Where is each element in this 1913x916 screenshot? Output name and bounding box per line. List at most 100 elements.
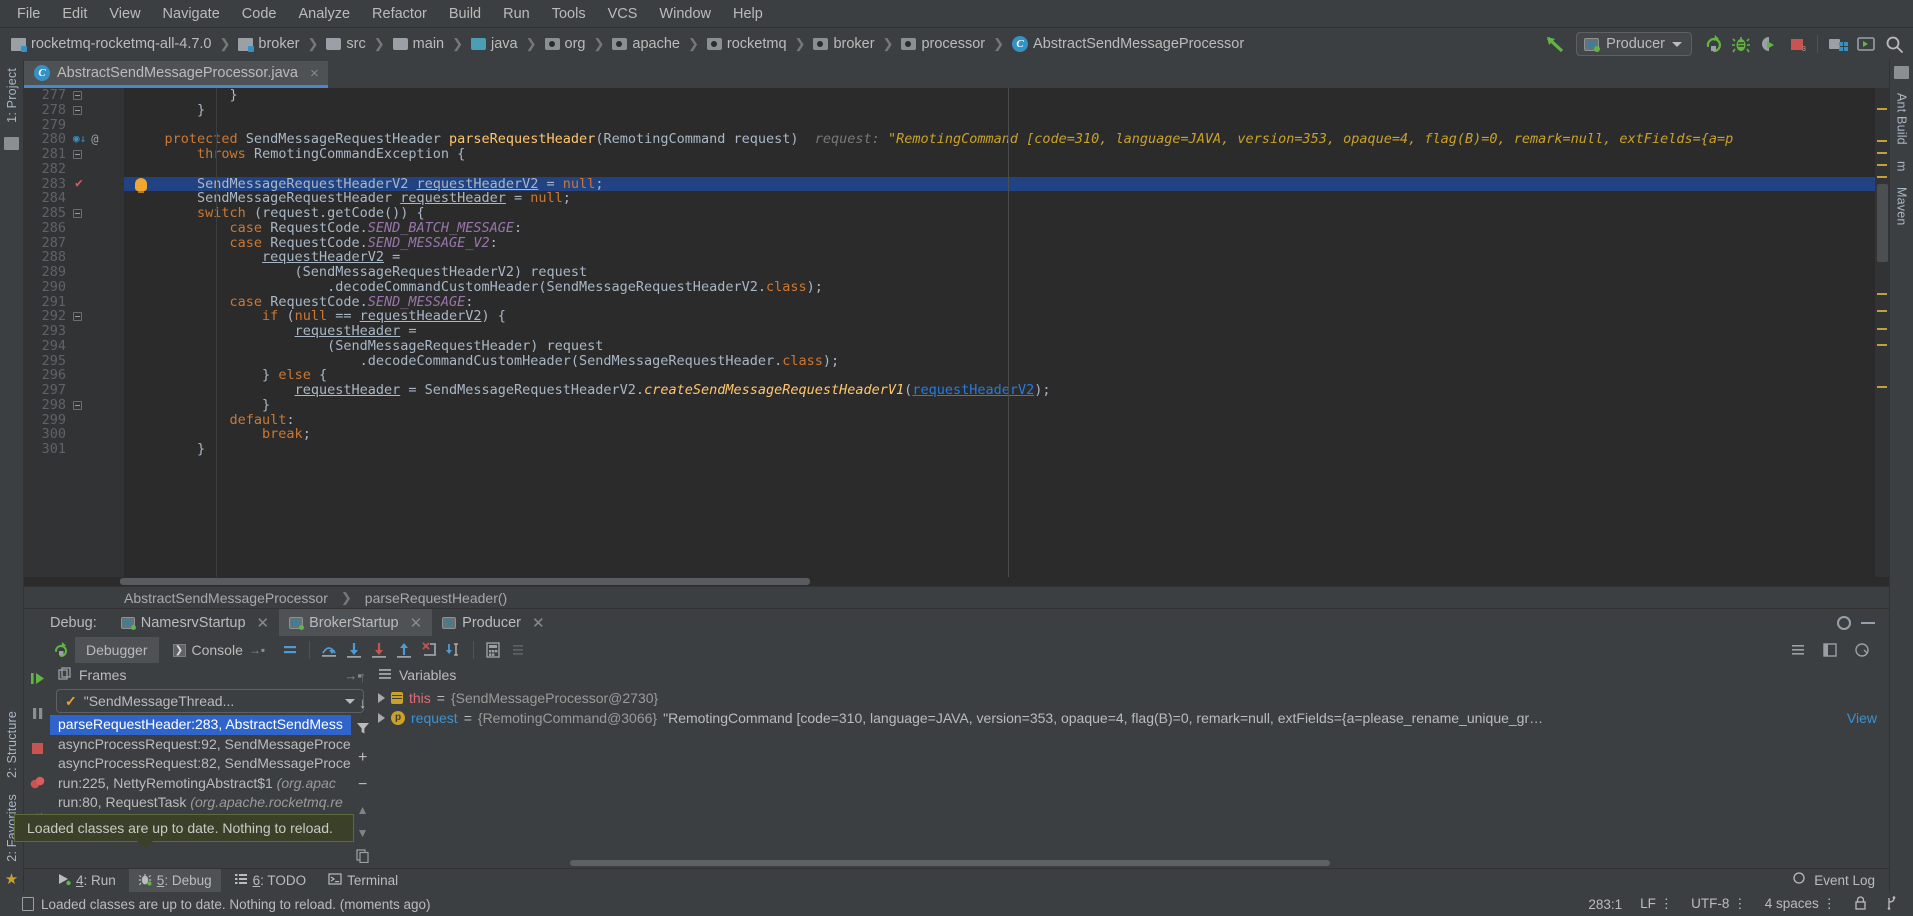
code-line[interactable]: SendMessageRequestHeader requestHeader =…: [124, 191, 1875, 206]
rerun-icon[interactable]: [50, 639, 72, 661]
gutter-marks[interactable]: [70, 401, 122, 410]
gutter-line[interactable]: 300: [24, 427, 124, 442]
rerun-icon[interactable]: [1700, 31, 1726, 57]
gutter-line[interactable]: 301: [24, 442, 124, 457]
fold-toggle-icon[interactable]: [73, 312, 82, 321]
view-breakpoints-icon[interactable]: [29, 775, 46, 797]
code-line[interactable]: requestHeader = SendMessageRequestHeader…: [124, 383, 1875, 398]
evaluate-expression-icon[interactable]: [482, 639, 504, 661]
close-icon[interactable]: ✕: [532, 614, 545, 632]
breadcrumb-java[interactable]: java: [468, 36, 521, 52]
restore-layout-icon[interactable]: [1819, 639, 1841, 661]
layout-icon[interactable]: [1787, 639, 1809, 661]
fold-toggle-icon[interactable]: [73, 150, 82, 159]
breadcrumb-project[interactable]: rocketmq-rocketmq-all-4.7.0: [8, 36, 215, 52]
fold-toggle-icon[interactable]: [73, 401, 82, 410]
marker-lane-scrollbar[interactable]: [1875, 88, 1889, 577]
breadcrumb-class[interactable]: C AbstractSendMessageProcessor: [1009, 36, 1247, 52]
editor-horizontal-scrollbar[interactable]: [24, 577, 1889, 586]
editor-gutter[interactable]: 277278279280◉↓@281282283✔284285286287288…: [24, 88, 124, 577]
gutter-line[interactable]: 292: [24, 309, 124, 324]
gutter-line[interactable]: 287: [24, 236, 124, 251]
gutter-line[interactable]: 285: [24, 206, 124, 221]
scroll-down-icon[interactable]: ▼: [357, 826, 369, 840]
menu-run[interactable]: Run: [492, 3, 541, 25]
step-out-icon[interactable]: [393, 639, 415, 661]
menu-edit[interactable]: Edit: [51, 3, 98, 25]
menu-refactor[interactable]: Refactor: [361, 3, 438, 25]
gutter-line[interactable]: 279: [24, 118, 124, 133]
fold-toggle-icon[interactable]: [73, 106, 82, 115]
settings-gear-icon[interactable]: [1837, 616, 1851, 630]
copy-icon[interactable]: [356, 849, 370, 868]
breadcrumb-rocketmq[interactable]: rocketmq: [704, 36, 790, 52]
gutter-line[interactable]: 286: [24, 221, 124, 236]
breadcrumb-module[interactable]: broker: [235, 36, 302, 52]
gutter-marks[interactable]: ✔: [70, 177, 122, 192]
scrollbar-thumb[interactable]: [570, 860, 1330, 866]
code-line[interactable]: [124, 162, 1875, 177]
frame-list-item[interactable]: run:80, RequestTask (org.apache.rocketmq…: [50, 793, 351, 813]
close-icon[interactable]: ✕: [410, 614, 423, 632]
run-to-cursor-icon[interactable]: [443, 639, 465, 661]
step-into-icon[interactable]: [343, 639, 365, 661]
event-log-label[interactable]: Event Log: [1814, 873, 1875, 888]
gutter-line[interactable]: 293: [24, 324, 124, 339]
gutter-line[interactable]: 284: [24, 191, 124, 206]
gutter-marks[interactable]: [70, 150, 122, 159]
code-line[interactable]: SendMessageRequestHeaderV2 requestHeader…: [124, 177, 1875, 192]
caret-position[interactable]: 283:1: [1588, 897, 1622, 912]
fold-toggle-icon[interactable]: [73, 91, 82, 100]
menu-view[interactable]: View: [98, 3, 151, 25]
thread-selector[interactable]: ✓ "SendMessageThread...: [56, 689, 364, 713]
code-line[interactable]: }: [124, 398, 1875, 413]
gutter-marks[interactable]: [70, 106, 122, 115]
encoding[interactable]: UTF-8 ⋮: [1691, 896, 1747, 912]
tool-window-run[interactable]: 4: Run: [48, 869, 125, 892]
breadcrumb-processor[interactable]: processor: [898, 36, 988, 52]
debug-session-tab-producer[interactable]: Producer ✕: [432, 609, 554, 636]
tool-window-todo[interactable]: 6: TODO: [225, 869, 316, 892]
gutter-marks[interactable]: ◉↓@: [70, 132, 122, 147]
breadcrumb-broker-pkg[interactable]: broker: [810, 36, 877, 52]
expand-triangle-icon[interactable]: [378, 713, 385, 723]
tab-debugger[interactable]: Debugger: [75, 637, 159, 663]
menu-navigate[interactable]: Navigate: [152, 3, 231, 25]
close-icon[interactable]: ✕: [257, 614, 270, 632]
gutter-marks[interactable]: [70, 312, 122, 321]
debug-session-tab-brokerstartup[interactable]: BrokerStartup ✕: [279, 609, 432, 636]
breadcrumb-class-name[interactable]: AbstractSendMessageProcessor: [124, 590, 328, 606]
gutter-line[interactable]: 299: [24, 413, 124, 428]
gutter-line[interactable]: 289: [24, 265, 124, 280]
search-everywhere-icon[interactable]: [1881, 31, 1907, 57]
gutter-line[interactable]: 282: [24, 162, 124, 177]
menu-vcs[interactable]: VCS: [597, 3, 649, 25]
menu-file[interactable]: File: [6, 3, 51, 25]
terminal-icon[interactable]: [1853, 31, 1879, 57]
breadcrumb-org[interactable]: org: [542, 36, 589, 52]
code-line[interactable]: (SendMessageRequestHeaderV2) request: [124, 265, 1875, 280]
coverage-icon[interactable]: [1756, 31, 1782, 57]
gutter-line[interactable]: 295: [24, 354, 124, 369]
gutter-line[interactable]: 283✔: [24, 177, 124, 192]
gutter-line[interactable]: 277: [24, 88, 124, 103]
sidebar-item-project[interactable]: 1: Project: [1, 60, 23, 131]
tool-window-terminal[interactable]: Terminal: [319, 869, 407, 892]
debug-session-tab-namesrvstartup[interactable]: NamesrvStartup ✕: [111, 609, 279, 636]
expand-triangle-icon[interactable]: [378, 693, 385, 703]
menu-code[interactable]: Code: [231, 3, 288, 25]
gutter-line[interactable]: 281: [24, 147, 124, 162]
variables-horizontal-scrollbar[interactable]: [370, 858, 1889, 868]
breadcrumb-main[interactable]: main: [390, 36, 447, 52]
resume-icon[interactable]: [29, 670, 46, 692]
scroll-up-icon[interactable]: ▲: [357, 803, 369, 817]
variable-row-request[interactable]: p request = {RemotingCommand@3066} "Remo…: [370, 708, 1889, 728]
code-line[interactable]: }: [124, 103, 1875, 118]
sidebar-item-m[interactable]: m: [1891, 153, 1913, 180]
frame-list-item[interactable]: run:225, NettyRemotingAbstract$1 (org.ap…: [50, 774, 351, 794]
code-line[interactable]: }: [124, 88, 1875, 103]
editor-tab-abstractsendmessageprocessor[interactable]: C AbstractSendMessageProcessor.java ×: [24, 61, 328, 88]
intention-bulb-icon[interactable]: [135, 178, 147, 191]
code-line[interactable]: protected SendMessageRequestHeader parse…: [124, 132, 1875, 147]
tab-console[interactable]: ❯ Console →▪: [162, 637, 277, 663]
